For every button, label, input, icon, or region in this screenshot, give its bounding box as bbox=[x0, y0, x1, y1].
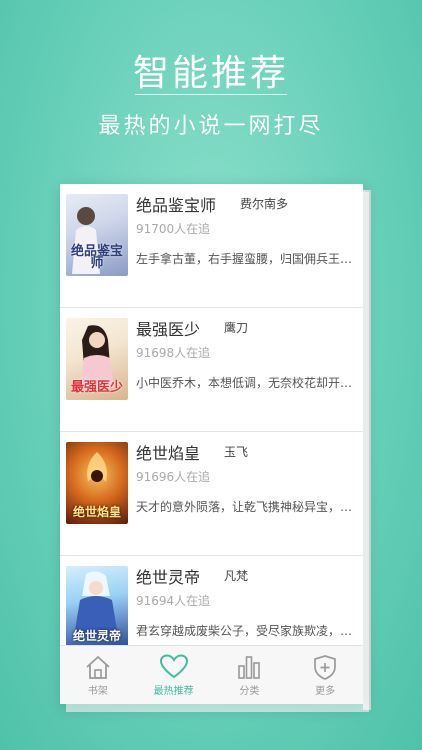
tab-label: 更多 bbox=[315, 686, 336, 697]
tab-category[interactable]: 分类 bbox=[212, 646, 288, 704]
tab-more[interactable]: 更多 bbox=[287, 646, 363, 704]
book-cover: 绝世焰皇 bbox=[66, 442, 128, 524]
bottom-tab-bar: 书架 最热推荐 分类 更多 bbox=[60, 645, 363, 704]
book-title: 绝品鉴宝师 bbox=[136, 196, 217, 215]
tab-bookshelf[interactable]: 书架 bbox=[60, 646, 136, 704]
book-followers: 91700人在追 bbox=[136, 222, 211, 236]
book-author: 费尔南多 bbox=[240, 197, 289, 211]
book-cover: 绝品鉴宝师 bbox=[66, 194, 128, 276]
tab-label: 分类 bbox=[239, 686, 260, 697]
book-description: 君玄穿越成废柴公子，受尽家族欺凌，… bbox=[136, 624, 353, 638]
cover-title: 绝世灵帝 bbox=[72, 629, 121, 643]
book-author: 凡梵 bbox=[224, 569, 249, 583]
book-item[interactable]: 绝品鉴宝师 绝品鉴宝师 费尔南多 91700人在追 左手拿古董，右手握蛮腰，归国… bbox=[60, 184, 363, 308]
cover-title: 绝世焰皇 bbox=[72, 505, 121, 519]
book-list: 绝品鉴宝师 绝品鉴宝师 费尔南多 91700人在追 左手拿古董，右手握蛮腰，归国… bbox=[60, 184, 363, 680]
book-author: 鹰刀 bbox=[224, 321, 249, 335]
home-icon bbox=[86, 656, 110, 679]
book-cover: 绝世灵帝 bbox=[66, 566, 128, 648]
hero-subtitle: 最热的小说一网打尽 bbox=[98, 114, 324, 139]
book-followers: 91696人在追 bbox=[136, 470, 211, 484]
app-screen: 绝品鉴宝师 绝品鉴宝师 费尔南多 91700人在追 左手拿古董，右手握蛮腰，归国… bbox=[60, 184, 363, 704]
heart-icon bbox=[159, 654, 188, 679]
device-edge bbox=[363, 189, 371, 711]
book-item[interactable]: 绝世焰皇 绝世焰皇 玉飞 91696人在追 天才的意外陨落，让乾飞携神秘异宝，… bbox=[60, 432, 363, 556]
book-title: 绝世焰皇 bbox=[136, 444, 201, 463]
book-author: 玉飞 bbox=[224, 445, 249, 459]
book-cover: 最强医少 bbox=[66, 318, 128, 400]
book-followers: 91698人在追 bbox=[136, 346, 211, 360]
bar-chart-icon bbox=[238, 656, 261, 679]
book-title: 绝世灵帝 bbox=[136, 568, 201, 587]
cover-title: 绝品鉴宝师 bbox=[70, 244, 123, 271]
hero-title: 智能推荐 bbox=[132, 53, 289, 94]
tab-hot-recommend[interactable]: 最热推荐 bbox=[136, 646, 212, 704]
book-item[interactable]: 最强医少 最强医少 鹰刀 91698人在追 小中医乔木，本想低调，无奈校花却开… bbox=[60, 308, 363, 432]
book-description: 小中医乔木，本想低调，无奈校花却开… bbox=[136, 376, 353, 390]
shield-plus-icon bbox=[314, 655, 336, 680]
tab-label: 书架 bbox=[87, 686, 108, 697]
book-description: 天才的意外陨落，让乾飞携神秘异宝，… bbox=[136, 500, 353, 514]
book-followers: 91694人在追 bbox=[136, 594, 211, 608]
book-description: 左手拿古董，右手握蛮腰，归国佣兵王… bbox=[136, 252, 353, 266]
cover-title: 最强医少 bbox=[70, 380, 123, 395]
hero-divider bbox=[135, 94, 287, 95]
book-title: 最强医少 bbox=[136, 320, 201, 339]
tab-label: 最热推荐 bbox=[153, 686, 194, 697]
